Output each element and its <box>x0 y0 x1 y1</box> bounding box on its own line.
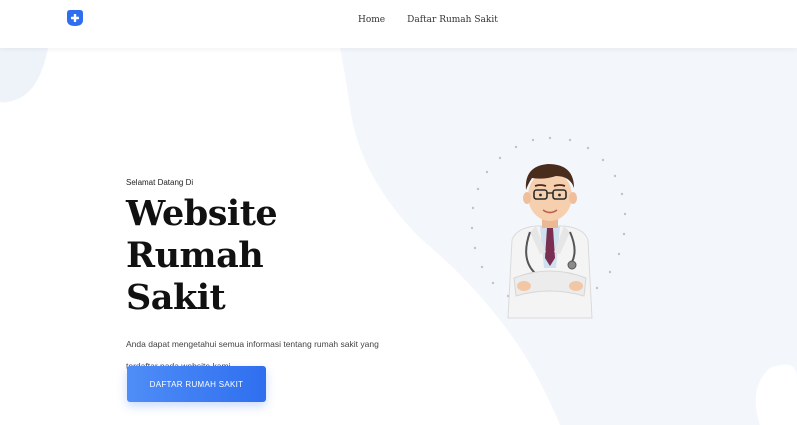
hero-text-block: Selamat Datang Di Website Rumah Sakit An… <box>126 178 406 377</box>
doctor-illustration <box>470 136 627 319</box>
hero-title-line-1: Website Rumah <box>126 193 278 276</box>
hero-greeting: Selamat Datang Di <box>126 178 194 187</box>
hero-title: Website Rumah Sakit <box>126 193 406 319</box>
hero-title-line-2: Sakit <box>126 277 226 318</box>
plus-shield-icon[interactable] <box>66 9 84 27</box>
nav-link-home[interactable]: Home <box>358 15 385 25</box>
nav-link-daftar-rumah-sakit[interactable]: Daftar Rumah Sakit <box>407 15 498 25</box>
nav-links: Home Daftar Rumah Sakit <box>358 15 498 25</box>
top-navbar: Home Daftar Rumah Sakit <box>0 0 797 48</box>
daftar-rumah-sakit-button[interactable]: DAFTAR RUMAH SAKIT <box>127 366 266 402</box>
